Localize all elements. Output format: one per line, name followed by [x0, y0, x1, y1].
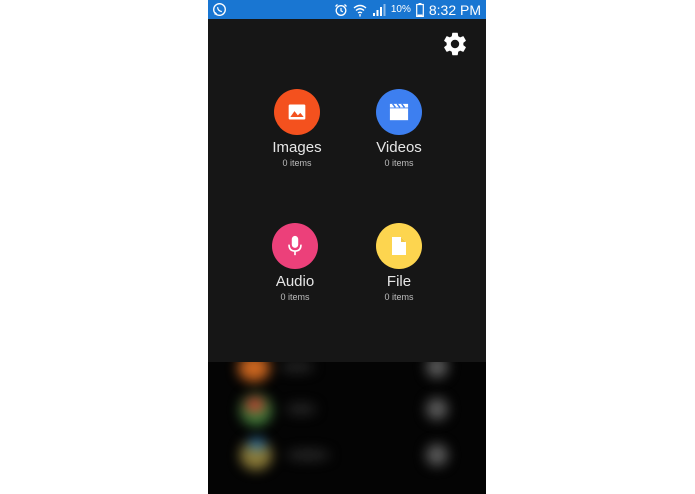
phone-screen: 10% 8:32 PM Images 0 items Videos 0 item…: [208, 0, 486, 494]
images-label: Images: [272, 139, 322, 156]
clock: 8:32 PM: [428, 1, 481, 18]
file-tile[interactable]: File 0 items: [349, 223, 449, 303]
image-icon: [288, 104, 306, 120]
audio-tile[interactable]: Audio 0 items: [245, 223, 345, 303]
video-clapper-icon: [389, 103, 409, 121]
whatsapp-notification-icon: [213, 3, 226, 16]
videos-circle: [376, 89, 422, 135]
videos-label: Videos: [376, 139, 422, 156]
videos-tile[interactable]: Videos 0 items: [349, 89, 449, 169]
audio-circle: [272, 223, 318, 269]
audio-count: 0 items: [280, 292, 310, 302]
blurred-row: [208, 436, 486, 476]
file-count: 0 items: [384, 292, 414, 302]
file-icon: [392, 237, 406, 255]
images-circle: [274, 89, 320, 135]
wifi-icon: [353, 4, 367, 16]
blurred-background-list: [208, 362, 486, 494]
images-tile[interactable]: Images 0 items: [247, 89, 347, 169]
blurred-row: [208, 362, 486, 384]
images-count: 0 items: [282, 158, 312, 168]
file-circle: [376, 223, 422, 269]
videos-count: 0 items: [384, 158, 414, 168]
audio-label: Audio: [275, 273, 315, 290]
blurred-row: [208, 390, 486, 430]
status-icons: 10% 8:32 PM: [334, 0, 481, 19]
signal-icon: [372, 4, 386, 16]
battery-percent: 10%: [390, 4, 411, 15]
file-label: File: [386, 273, 412, 290]
alarm-icon: [334, 3, 347, 16]
settings-gear-icon[interactable]: [441, 30, 469, 58]
status-bar: 10% 8:32 PM: [208, 0, 486, 19]
media-picker-panel: Images 0 items Videos 0 items Audio 0 it…: [208, 19, 486, 362]
microphone-icon: [288, 235, 302, 256]
battery-icon: [415, 2, 424, 17]
